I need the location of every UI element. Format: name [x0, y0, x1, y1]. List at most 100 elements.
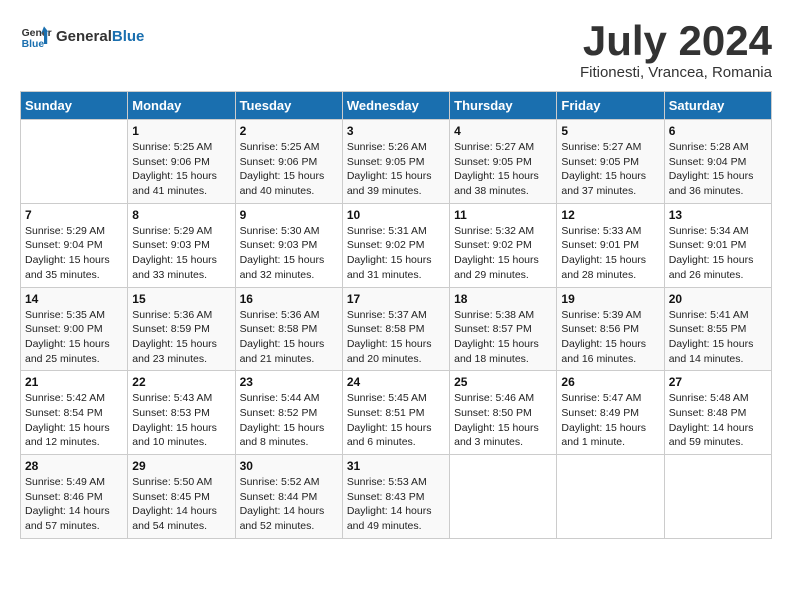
day-info: Sunrise: 5:47 AM Sunset: 8:49 PM Dayligh…: [561, 391, 659, 450]
calendar-cell: 7 Sunrise: 5:29 AM Sunset: 9:04 PM Daylig…: [21, 203, 128, 287]
day-number: 9: [240, 208, 338, 222]
day-number: 24: [347, 375, 445, 389]
calendar-cell: 4 Sunrise: 5:27 AM Sunset: 9:05 PM Daylig…: [450, 120, 557, 204]
calendar-cell: 18 Sunrise: 5:38 AM Sunset: 8:57 PM Dayli…: [450, 287, 557, 371]
day-number: 19: [561, 292, 659, 306]
calendar-cell: [557, 455, 664, 539]
calendar-cell: 6Sunrise: 5:28 AM Sunset: 9:04 PM Daylig…: [664, 120, 771, 204]
svg-text:Blue: Blue: [22, 39, 45, 50]
calendar-cell: 28 Sunrise: 5:49 AM Sunset: 8:46 PM Dayli…: [21, 455, 128, 539]
day-info: Sunrise: 5:50 AM Sunset: 8:45 PM Dayligh…: [132, 475, 230, 534]
calendar-cell: 11Sunrise: 5:32 AM Sunset: 9:02 PM Dayli…: [450, 203, 557, 287]
day-info: Sunrise: 5:42 AM Sunset: 8:54 PM Dayligh…: [25, 391, 123, 450]
calendar-week-1: 1 Sunrise: 5:25 AM Sunset: 9:06 PM Daylig…: [21, 120, 772, 204]
calendar-cell: 27 Sunrise: 5:48 AM Sunset: 8:48 PM Dayli…: [664, 371, 771, 455]
calendar-table: SundayMondayTuesdayWednesdayThursdayFrid…: [20, 91, 772, 539]
header-day-friday: Friday: [557, 92, 664, 120]
day-info: Sunrise: 5:25 AM Sunset: 9:06 PM Dayligh…: [132, 140, 230, 199]
calendar-cell: 3 Sunrise: 5:26 AM Sunset: 9:05 PM Daylig…: [342, 120, 449, 204]
day-info: Sunrise: 5:44 AM Sunset: 8:52 PM Dayligh…: [240, 391, 338, 450]
day-info: Sunrise: 5:35 AM Sunset: 9:00 PM Dayligh…: [25, 308, 123, 367]
calendar-cell: 1 Sunrise: 5:25 AM Sunset: 9:06 PM Daylig…: [128, 120, 235, 204]
calendar-cell: 19 Sunrise: 5:39 AM Sunset: 8:56 PM Dayli…: [557, 287, 664, 371]
svg-text:General: General: [22, 28, 52, 39]
day-number: 1: [132, 124, 230, 138]
calendar-cell: [21, 120, 128, 204]
day-number: 30: [240, 459, 338, 473]
calendar-week-2: 7 Sunrise: 5:29 AM Sunset: 9:04 PM Daylig…: [21, 203, 772, 287]
day-number: 18: [454, 292, 552, 306]
day-info: Sunrise: 5:53 AM Sunset: 8:43 PM Dayligh…: [347, 475, 445, 534]
logo-icon: General Blue: [20, 20, 52, 52]
day-info: Sunrise: 5:38 AM Sunset: 8:57 PM Dayligh…: [454, 308, 552, 367]
header-day-thursday: Thursday: [450, 92, 557, 120]
day-info: Sunrise: 5:29 AM Sunset: 9:03 PM Dayligh…: [132, 224, 230, 283]
day-number: 17: [347, 292, 445, 306]
title-block: July 2024 Fitionesti, Vrancea, Romania: [580, 20, 772, 81]
calendar-cell: 12Sunrise: 5:33 AM Sunset: 9:01 PM Dayli…: [557, 203, 664, 287]
header-day-tuesday: Tuesday: [235, 92, 342, 120]
logo: General Blue GeneralBlue: [20, 20, 144, 52]
day-number: 21: [25, 375, 123, 389]
day-info: Sunrise: 5:39 AM Sunset: 8:56 PM Dayligh…: [561, 308, 659, 367]
day-info: Sunrise: 5:27 AM Sunset: 9:05 PM Dayligh…: [454, 140, 552, 199]
day-number: 31: [347, 459, 445, 473]
day-info: Sunrise: 5:30 AM Sunset: 9:03 PM Dayligh…: [240, 224, 338, 283]
calendar-cell: 14 Sunrise: 5:35 AM Sunset: 9:00 PM Dayli…: [21, 287, 128, 371]
day-number: 16: [240, 292, 338, 306]
day-number: 2: [240, 124, 338, 138]
calendar-cell: 23Sunrise: 5:44 AM Sunset: 8:52 PM Dayli…: [235, 371, 342, 455]
day-info: Sunrise: 5:36 AM Sunset: 8:58 PM Dayligh…: [240, 308, 338, 367]
day-info: Sunrise: 5:26 AM Sunset: 9:05 PM Dayligh…: [347, 140, 445, 199]
location: Fitionesti, Vrancea, Romania: [580, 64, 772, 81]
calendar-cell: 25Sunrise: 5:46 AM Sunset: 8:50 PM Dayli…: [450, 371, 557, 455]
day-number: 8: [132, 208, 230, 222]
day-number: 27: [669, 375, 767, 389]
calendar-cell: 20Sunrise: 5:41 AM Sunset: 8:55 PM Dayli…: [664, 287, 771, 371]
day-number: 4: [454, 124, 552, 138]
day-number: 5: [561, 124, 659, 138]
day-info: Sunrise: 5:34 AM Sunset: 9:01 PM Dayligh…: [669, 224, 767, 283]
header-day-monday: Monday: [128, 92, 235, 120]
day-info: Sunrise: 5:49 AM Sunset: 8:46 PM Dayligh…: [25, 475, 123, 534]
calendar-header-row: SundayMondayTuesdayWednesdayThursdayFrid…: [21, 92, 772, 120]
day-info: Sunrise: 5:37 AM Sunset: 8:58 PM Dayligh…: [347, 308, 445, 367]
calendar-cell: 31 Sunrise: 5:53 AM Sunset: 8:43 PM Dayli…: [342, 455, 449, 539]
calendar-body: 1 Sunrise: 5:25 AM Sunset: 9:06 PM Daylig…: [21, 120, 772, 539]
calendar-cell: 10Sunrise: 5:31 AM Sunset: 9:02 PM Dayli…: [342, 203, 449, 287]
day-number: 3: [347, 124, 445, 138]
day-info: Sunrise: 5:43 AM Sunset: 8:53 PM Dayligh…: [132, 391, 230, 450]
day-info: Sunrise: 5:48 AM Sunset: 8:48 PM Dayligh…: [669, 391, 767, 450]
calendar-week-3: 14 Sunrise: 5:35 AM Sunset: 9:00 PM Dayli…: [21, 287, 772, 371]
day-number: 26: [561, 375, 659, 389]
day-number: 29: [132, 459, 230, 473]
calendar-cell: 9 Sunrise: 5:30 AM Sunset: 9:03 PM Daylig…: [235, 203, 342, 287]
day-number: 14: [25, 292, 123, 306]
day-info: Sunrise: 5:45 AM Sunset: 8:51 PM Dayligh…: [347, 391, 445, 450]
day-info: Sunrise: 5:29 AM Sunset: 9:04 PM Dayligh…: [25, 224, 123, 283]
header-day-saturday: Saturday: [664, 92, 771, 120]
day-info: Sunrise: 5:52 AM Sunset: 8:44 PM Dayligh…: [240, 475, 338, 534]
day-number: 28: [25, 459, 123, 473]
day-number: 11: [454, 208, 552, 222]
calendar-week-4: 21 Sunrise: 5:42 AM Sunset: 8:54 PM Dayli…: [21, 371, 772, 455]
header-day-sunday: Sunday: [21, 92, 128, 120]
day-number: 7: [25, 208, 123, 222]
page-header: General Blue GeneralBlue July 2024 Fitio…: [20, 20, 772, 81]
calendar-cell: 21 Sunrise: 5:42 AM Sunset: 8:54 PM Dayli…: [21, 371, 128, 455]
day-info: Sunrise: 5:36 AM Sunset: 8:59 PM Dayligh…: [132, 308, 230, 367]
calendar-cell: 8 Sunrise: 5:29 AM Sunset: 9:03 PM Daylig…: [128, 203, 235, 287]
month-title: July 2024: [580, 20, 772, 62]
calendar-cell: 26 Sunrise: 5:47 AM Sunset: 8:49 PM Dayli…: [557, 371, 664, 455]
header-day-wednesday: Wednesday: [342, 92, 449, 120]
calendar-cell: 5 Sunrise: 5:27 AM Sunset: 9:05 PM Daylig…: [557, 120, 664, 204]
calendar-week-5: 28 Sunrise: 5:49 AM Sunset: 8:46 PM Dayli…: [21, 455, 772, 539]
day-info: Sunrise: 5:28 AM Sunset: 9:04 PM Dayligh…: [669, 140, 767, 199]
day-info: Sunrise: 5:25 AM Sunset: 9:06 PM Dayligh…: [240, 140, 338, 199]
day-number: 22: [132, 375, 230, 389]
calendar-cell: 15Sunrise: 5:36 AM Sunset: 8:59 PM Dayli…: [128, 287, 235, 371]
day-info: Sunrise: 5:33 AM Sunset: 9:01 PM Dayligh…: [561, 224, 659, 283]
calendar-cell: 30 Sunrise: 5:52 AM Sunset: 8:44 PM Dayli…: [235, 455, 342, 539]
day-info: Sunrise: 5:41 AM Sunset: 8:55 PM Dayligh…: [669, 308, 767, 367]
day-info: Sunrise: 5:27 AM Sunset: 9:05 PM Dayligh…: [561, 140, 659, 199]
